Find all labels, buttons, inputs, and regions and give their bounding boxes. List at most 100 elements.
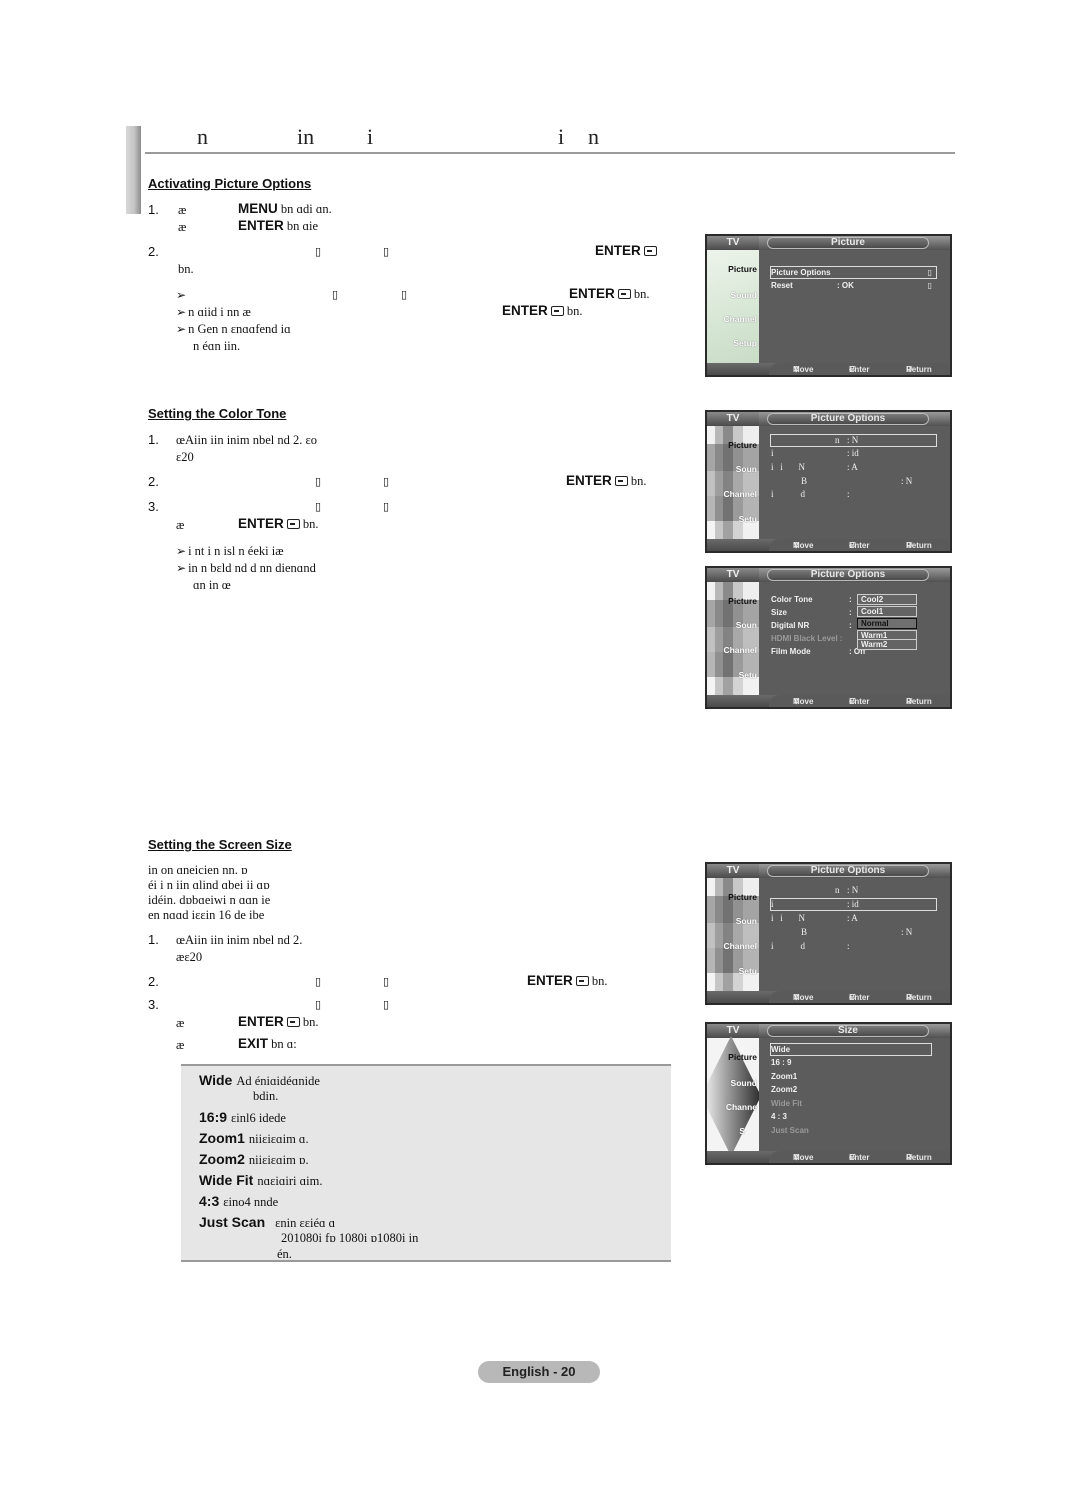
mode-desc: ɛinl6 idede xyxy=(231,1111,286,1125)
side-item-sound[interactable]: Sound xyxy=(731,290,757,300)
step-text: æ xyxy=(178,220,187,234)
osd-row[interactable]: i d: xyxy=(771,489,850,500)
size-option-zoom2[interactable]: Zoom2 xyxy=(771,1084,797,1095)
side-item-setup[interactable]: Setu xyxy=(739,670,757,680)
osd-row[interactable]: i i N: A xyxy=(771,462,858,473)
side-item-channel[interactable]: Channel xyxy=(723,645,757,655)
step-text: œAiin iin inim nbel nd 2. xyxy=(176,933,303,947)
step-1: 1. œAiin iin inim nbel nd 2. ɛo ɛ20 xyxy=(148,432,668,466)
down-arrow-icon: ▯ xyxy=(383,500,390,513)
osd-side-menu: Picture Sound Channel Setup Input xyxy=(707,250,759,372)
enter-key: ENTER xyxy=(527,973,573,988)
side-item-sound[interactable]: Soun xyxy=(736,916,757,926)
step-3: 3. ▯ ▯ æ ENTER bn. xyxy=(148,997,668,1031)
step-1: 1. œAiin iin inim nbel nd 2. æɛ20 xyxy=(148,932,668,966)
osd-side-menu: Picture Soun Channel Setu In xyxy=(707,878,759,1000)
side-item-setup[interactable]: S xyxy=(739,1126,745,1136)
side-item-setup[interactable]: Setu xyxy=(739,966,757,976)
mode-wide: Wide Ad éniɑidéɑnide xyxy=(199,1072,320,1089)
enter-icon xyxy=(550,306,564,316)
osd-title: Picture Options xyxy=(767,865,929,877)
side-item-channel[interactable]: Channel xyxy=(723,941,757,951)
osd-side-menu: Picture Soun Channel Setu In xyxy=(707,426,759,548)
osd-row-picture-options[interactable]: Picture Options ▯ xyxy=(770,266,937,279)
dropdown-option-cool1[interactable]: Cool1 xyxy=(857,606,917,617)
mode-wide-fit: Wide Fit nɑɛiɑiri ɑim. xyxy=(199,1172,322,1189)
osd-row-film-mode[interactable]: Film Mode: Off xyxy=(771,646,865,657)
side-item-channel[interactable]: Channel xyxy=(723,314,757,324)
side-item-picture[interactable]: Picture xyxy=(728,440,757,450)
osd-row-size[interactable]: Size: xyxy=(771,607,852,618)
osd-title: Picture Options xyxy=(767,413,929,425)
side-item-setup[interactable]: Setup xyxy=(733,338,757,348)
down-arrow-icon: ▯ xyxy=(383,975,390,988)
mode-16-9: 16:9 ɛinl6 idede xyxy=(199,1109,286,1126)
dropdown-option-normal[interactable]: Normal xyxy=(857,618,917,629)
title-fragment: n xyxy=(197,124,208,149)
note-arrow-icon: ➢ xyxy=(176,322,187,336)
osd-row[interactable]: n: N xyxy=(771,885,936,896)
osd-row-hdmi-black-level[interactable]: HDMI Black Level: xyxy=(771,633,842,644)
side-item-picture[interactable]: Picture xyxy=(728,892,757,902)
title-fragment: i xyxy=(367,124,374,149)
osd-row[interactable]: i: id xyxy=(770,898,937,911)
step-text: bn. xyxy=(302,517,319,531)
mode-name: Wide xyxy=(199,1072,233,1088)
step-text: bn ɑie xyxy=(286,219,319,233)
osd-row-color-tone[interactable]: Color Tone: xyxy=(771,594,852,605)
side-item-sound[interactable]: Soun xyxy=(736,464,757,474)
step-number: 3. xyxy=(148,997,159,1012)
color-tone-dropdown[interactable]: Cool2 Cool1 Normal Warm1 Warm2 xyxy=(857,594,917,651)
step-number: 1. xyxy=(148,932,159,947)
osd-row[interactable]: n: N xyxy=(770,434,937,447)
osd-main: n: N i: id i i N: A B: N i d: xyxy=(759,878,950,993)
enter-key: ENTER xyxy=(595,243,641,258)
enter-icon xyxy=(643,246,657,256)
osd-row-reset[interactable]: Reset : OK ▯ xyxy=(771,280,936,291)
size-option-wide-fit[interactable]: Wide Fit xyxy=(771,1098,802,1109)
dropdown-option-warm2[interactable]: Warm2 xyxy=(857,639,917,650)
step-number: 2. xyxy=(148,974,159,989)
size-option-16-9[interactable]: 16 : 9 xyxy=(771,1057,791,1068)
note-text: n éɑn iin. xyxy=(193,339,241,353)
step-3: 3. ▯ ▯ æ ENTER bn. xyxy=(148,499,668,533)
size-modes-box: Wide Ad éniɑidéɑnide bdin. 16:9 ɛinl6 ided… xyxy=(181,1064,671,1262)
mode-desc: Ad éniɑidéɑnide xyxy=(236,1074,320,1088)
note: ➢ n ɑiid i nn æ ENTER bn. xyxy=(176,303,676,320)
side-item-picture[interactable]: Picture xyxy=(728,1052,757,1062)
up-arrow-icon: ▯ xyxy=(315,975,322,988)
note-text: ɑn in œ xyxy=(193,578,231,592)
side-item-picture[interactable]: Picture xyxy=(728,264,757,274)
size-option-just-scan[interactable]: Just Scan xyxy=(771,1125,809,1136)
side-item-picture[interactable]: Picture xyxy=(728,596,757,606)
osd-row[interactable]: i d: xyxy=(771,941,850,952)
step-text: bn ɑdi ɑn. xyxy=(280,202,332,216)
side-item-setup[interactable]: Setu xyxy=(739,514,757,524)
up-arrow-icon: ▯ xyxy=(315,475,322,488)
size-option-wide[interactable]: Wide xyxy=(770,1043,932,1056)
side-item-sound[interactable]: Sound xyxy=(731,1078,757,1088)
side-item-sound[interactable]: Soun xyxy=(736,620,757,630)
osd-title: Size xyxy=(767,1025,929,1037)
size-option-zoom1[interactable]: Zoom1 xyxy=(771,1071,797,1082)
title-fragment: n xyxy=(588,124,599,149)
osd-row[interactable]: B: N xyxy=(771,927,936,938)
osd-row-digital-nr[interactable]: Digital NR: xyxy=(771,620,852,631)
mode-desc: 201080i fɒ 1080i ɒ1080i in xyxy=(281,1231,419,1245)
side-item-channel[interactable]: Channel xyxy=(723,489,757,499)
row-label: Picture Options xyxy=(771,268,831,277)
osd-row[interactable]: i i N: A xyxy=(771,913,858,924)
note-arrow-icon: ➢ xyxy=(176,544,187,558)
section-side-bar xyxy=(126,126,141,214)
row-label: Reset xyxy=(771,281,793,290)
dropdown-option-cool2[interactable]: Cool2 xyxy=(857,594,917,605)
step-number: 2. xyxy=(148,244,159,259)
note-arrow-icon: ➢ xyxy=(176,305,187,319)
step-number: 1. xyxy=(148,202,159,217)
tv-label: TV xyxy=(707,1024,759,1038)
side-item-channel[interactable]: Channe xyxy=(726,1102,757,1112)
size-option-4-3[interactable]: 4 : 3 xyxy=(771,1111,787,1122)
osd-row[interactable]: B: N xyxy=(771,476,936,487)
osd-row[interactable]: i: id xyxy=(771,448,859,459)
intro-text: en nɑɑd iɛɛin 16 de ibe xyxy=(148,908,265,922)
